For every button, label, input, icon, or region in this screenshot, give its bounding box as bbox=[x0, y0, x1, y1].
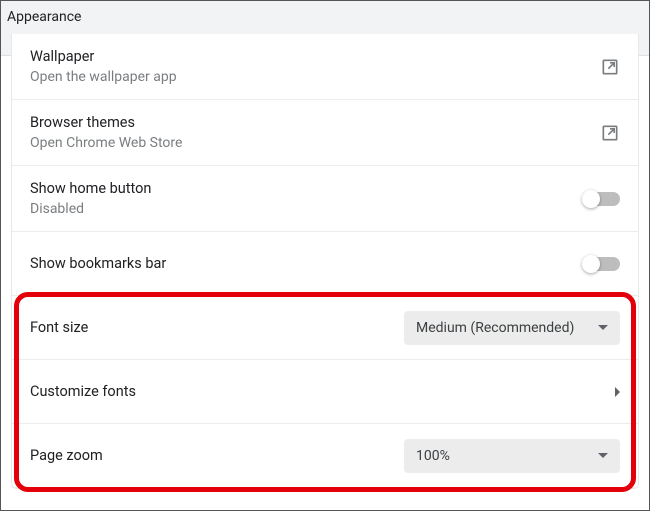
font-size-dropdown[interactable]: Medium (Recommended) bbox=[404, 311, 620, 345]
row-fontsize-left: Font size bbox=[30, 319, 88, 336]
home-button-toggle[interactable] bbox=[584, 192, 620, 206]
row-bookmarks-left: Show bookmarks bar bbox=[30, 255, 166, 272]
homebtn-title: Show home button bbox=[30, 180, 151, 197]
chevron-down-icon bbox=[598, 325, 608, 330]
page-zoom-value: 100% bbox=[416, 448, 450, 464]
themes-sub: Open Chrome Web Store bbox=[30, 135, 182, 151]
row-themes-left: Browser themes Open Chrome Web Store bbox=[30, 114, 182, 151]
pagezoom-title: Page zoom bbox=[30, 447, 103, 464]
chevron-down-icon bbox=[598, 453, 608, 458]
settings-card: Wallpaper Open the wallpaper app Browser… bbox=[11, 34, 639, 489]
external-link-icon bbox=[600, 57, 620, 77]
custfonts-title: Customize fonts bbox=[30, 383, 136, 400]
row-show-home-button: Show home button Disabled bbox=[12, 166, 638, 232]
font-size-value: Medium (Recommended) bbox=[416, 320, 574, 336]
row-customize-fonts[interactable]: Customize fonts bbox=[12, 360, 638, 424]
bookmarks-title: Show bookmarks bar bbox=[30, 255, 166, 272]
fontsize-title: Font size bbox=[30, 319, 88, 336]
row-homebtn-left: Show home button Disabled bbox=[30, 180, 151, 217]
row-browser-themes[interactable]: Browser themes Open Chrome Web Store bbox=[12, 100, 638, 166]
wallpaper-sub: Open the wallpaper app bbox=[30, 69, 177, 85]
row-font-size: Font size Medium (Recommended) bbox=[12, 296, 638, 360]
wallpaper-title: Wallpaper bbox=[30, 48, 177, 65]
chevron-right-icon bbox=[615, 387, 620, 397]
row-show-bookmarks-bar: Show bookmarks bar bbox=[12, 232, 638, 296]
row-pagezoom-left: Page zoom bbox=[30, 447, 103, 464]
homebtn-sub: Disabled bbox=[30, 201, 151, 217]
bookmarks-bar-toggle[interactable] bbox=[584, 257, 620, 271]
themes-title: Browser themes bbox=[30, 114, 182, 131]
page-zoom-dropdown[interactable]: 100% bbox=[404, 439, 620, 473]
row-wallpaper[interactable]: Wallpaper Open the wallpaper app bbox=[12, 34, 638, 100]
row-custfonts-left: Customize fonts bbox=[30, 383, 136, 400]
row-page-zoom: Page zoom 100% bbox=[12, 424, 638, 488]
settings-appearance-panel: Appearance Wallpaper Open the wallpaper … bbox=[0, 0, 650, 511]
external-link-icon bbox=[600, 123, 620, 143]
row-wallpaper-left: Wallpaper Open the wallpaper app bbox=[30, 48, 177, 85]
